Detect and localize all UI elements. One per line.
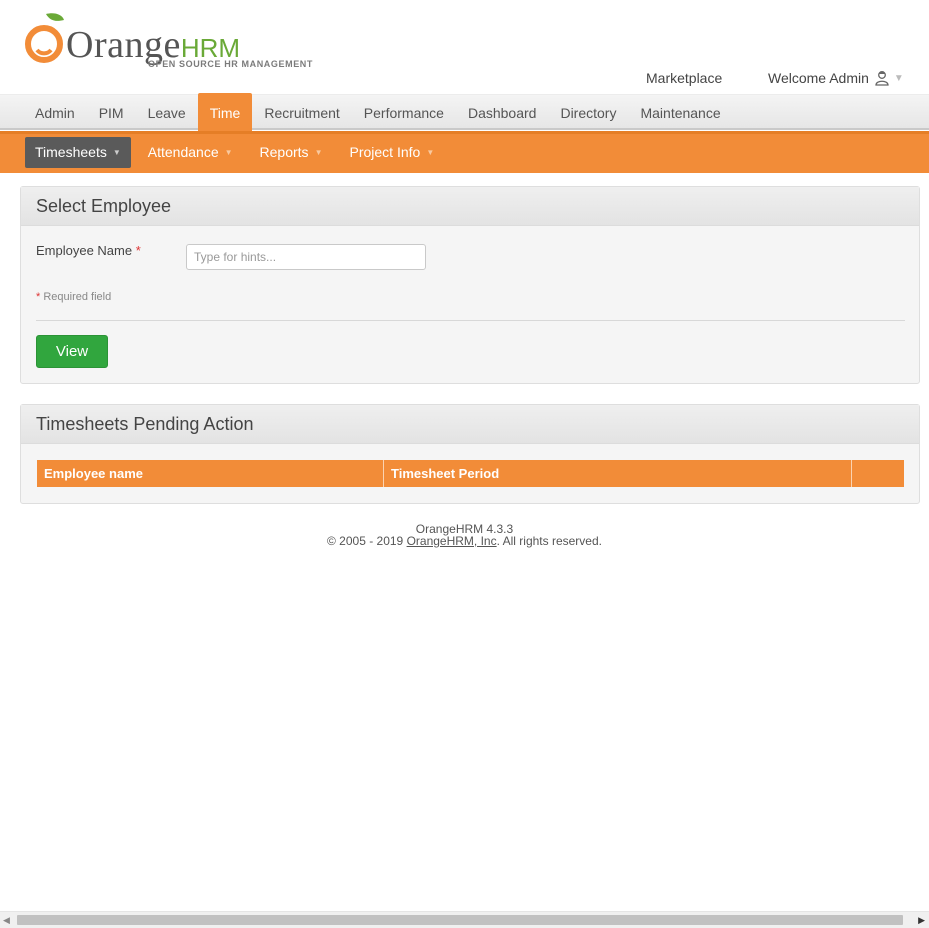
footer: OrangeHRM 4.3.3 © 2005 - 2019 OrangeHRM,… — [0, 523, 929, 547]
select-employee-title: Select Employee — [21, 187, 919, 226]
copyright-suffix: . All rights reserved. — [496, 534, 602, 548]
caret-down-icon: ▼ — [112, 148, 121, 157]
scroll-left-icon[interactable]: ◀ — [3, 915, 10, 926]
logo-tagline: OPEN SOURCE HR MANAGEMENT — [148, 59, 314, 69]
main-menu: Admin PIM Leave Time Recruitment Performance D… — [0, 93, 929, 131]
column-actions — [852, 460, 904, 487]
timesheets-pending-panel: Timesheets Pending Action Employee name … — [20, 404, 920, 504]
welcome-text: Welcome Admin — [768, 70, 869, 86]
employee-name-input[interactable] — [186, 244, 426, 270]
select-employee-panel: Select Employee Employee Name * * Requir… — [20, 186, 920, 384]
caret-down-icon: ▼ — [893, 72, 904, 84]
company-link[interactable]: OrangeHRM, Inc — [407, 534, 497, 548]
column-employee-name[interactable]: Employee name — [37, 460, 384, 487]
view-button[interactable]: View — [36, 335, 108, 368]
sub-menu-label: Timesheets — [35, 144, 107, 160]
orange-fruit-icon — [25, 13, 64, 63]
header: OrangeHRM OPEN SOURCE HR MANAGEMENT Mark… — [0, 0, 929, 94]
orangehrm-logo[interactable]: OrangeHRM OPEN SOURCE HR MANAGEMENT — [24, 12, 314, 74]
scroll-right-icon[interactable]: ▶ — [918, 915, 925, 926]
horizontal-scrollbar[interactable]: ◀ ▶ — [0, 911, 929, 928]
main-menu-item-leave[interactable]: Leave — [136, 95, 198, 131]
user-icon — [874, 70, 890, 86]
sub-menu-item-timesheets[interactable]: Timesheets ▼ — [25, 137, 131, 168]
form-divider — [36, 320, 905, 321]
main-menu-item-time[interactable]: Time — [197, 93, 253, 131]
caret-down-icon: ▼ — [426, 148, 435, 157]
sub-menu-item-project-info[interactable]: Project Info ▼ — [339, 137, 444, 168]
main-menu-item-dashboard[interactable]: Dashboard — [456, 95, 549, 131]
caret-down-icon: ▼ — [224, 148, 233, 157]
required-note-star: * — [36, 291, 41, 303]
column-timesheet-period[interactable]: Timesheet Period — [384, 460, 852, 487]
employee-name-label-text: Employee Name — [36, 243, 133, 258]
employee-name-label: Employee Name * — [36, 243, 141, 258]
sub-menu-label: Reports — [259, 144, 309, 160]
main-menu-item-admin[interactable]: Admin — [23, 95, 87, 131]
main-menu-item-recruitment[interactable]: Recruitment — [252, 95, 351, 131]
required-star: * — [135, 243, 141, 258]
sub-menu: Timesheets ▼ Attendance ▼ Reports ▼ Project In… — [0, 131, 929, 173]
scrollbar-thumb[interactable] — [17, 915, 903, 925]
main-menu-item-directory[interactable]: Directory — [548, 95, 628, 131]
pending-table-header: Employee name Timesheet Period — [37, 460, 904, 487]
timesheets-pending-title: Timesheets Pending Action — [21, 405, 919, 444]
welcome-menu[interactable]: Welcome Admin ▼ — [768, 70, 904, 86]
marketplace-link[interactable]: Marketplace — [646, 70, 722, 86]
sub-menu-label: Attendance — [147, 144, 219, 160]
sub-menu-label: Project Info — [349, 144, 421, 160]
sub-menu-item-attendance[interactable]: Attendance ▼ — [138, 137, 243, 168]
caret-down-icon: ▼ — [314, 148, 323, 157]
main-menu-item-maintenance[interactable]: Maintenance — [628, 95, 732, 131]
required-field-note: * Required field — [36, 291, 111, 303]
copyright-prefix: © 2005 - 2019 — [327, 534, 407, 548]
required-note-text: Required field — [43, 291, 112, 303]
sub-menu-item-reports[interactable]: Reports ▼ — [250, 137, 333, 168]
main-menu-item-performance[interactable]: Performance — [352, 95, 456, 131]
footer-copyright: © 2005 - 2019 OrangeHRM, Inc. All rights… — [0, 535, 929, 547]
main-menu-item-pim[interactable]: PIM — [87, 95, 136, 131]
